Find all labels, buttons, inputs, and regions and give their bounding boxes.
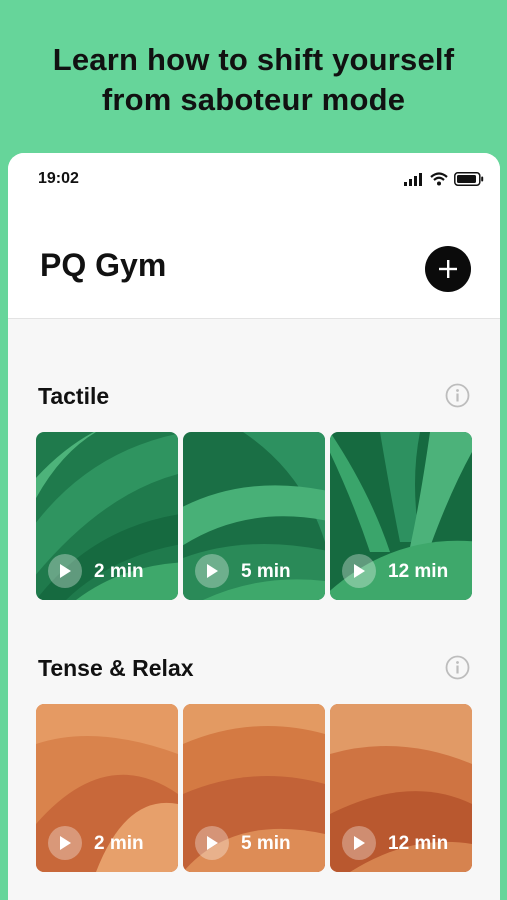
page-title: PQ Gym bbox=[40, 247, 167, 283]
play-button[interactable] bbox=[48, 826, 82, 860]
wifi-icon bbox=[430, 172, 448, 186]
promo-headline: Learn how to shift yourself from saboteu… bbox=[0, 40, 507, 120]
section-title: Tense & Relax bbox=[38, 655, 194, 681]
promo-line-2: from saboteur mode bbox=[101, 82, 406, 117]
card-row: 2 min 5 min 12 min bbox=[36, 432, 472, 600]
play-button[interactable] bbox=[342, 554, 376, 588]
promo-line-1: Learn how to shift yourself bbox=[52, 42, 455, 77]
status-time: 19:02 bbox=[38, 170, 79, 187]
duration-label: 2 min bbox=[94, 561, 144, 582]
play-icon bbox=[60, 564, 71, 578]
card-row: 2 min 5 min 12 min bbox=[36, 704, 472, 872]
phone-screen: 19:02 PQ Gym Tactile 2 min 5 min 12 min … bbox=[8, 153, 500, 900]
duration-label: 5 min bbox=[241, 833, 291, 854]
play-button[interactable] bbox=[195, 826, 229, 860]
play-icon bbox=[354, 564, 365, 578]
exercise-card[interactable]: 12 min bbox=[330, 704, 472, 872]
play-icon bbox=[207, 564, 218, 578]
play-icon bbox=[354, 836, 365, 850]
play-icon bbox=[60, 836, 71, 850]
signal-icon bbox=[404, 172, 422, 186]
duration-label: 12 min bbox=[388, 833, 449, 854]
exercise-card[interactable]: 2 min bbox=[36, 704, 178, 872]
status-icons bbox=[404, 172, 484, 186]
section-tactile: Tactile 2 min 5 min 12 min bbox=[8, 319, 500, 609]
section-tense-relax: Tense & Relax 2 min 5 min 12 min bbox=[8, 591, 500, 881]
exercise-card[interactable]: 12 min bbox=[330, 432, 472, 600]
app-header: PQ Gym bbox=[8, 209, 500, 319]
exercise-card[interactable]: 5 min bbox=[183, 704, 325, 872]
info-icon[interactable] bbox=[445, 383, 470, 408]
exercise-card[interactable]: 5 min bbox=[183, 432, 325, 600]
duration-label: 5 min bbox=[241, 561, 291, 582]
plus-icon bbox=[439, 260, 457, 278]
status-bar: 19:02 bbox=[8, 153, 500, 209]
play-button[interactable] bbox=[48, 554, 82, 588]
play-icon bbox=[207, 836, 218, 850]
section-title: Tactile bbox=[38, 383, 110, 409]
duration-label: 2 min bbox=[94, 833, 144, 854]
add-button[interactable] bbox=[425, 246, 471, 292]
battery-icon bbox=[454, 172, 484, 186]
duration-label: 12 min bbox=[388, 561, 449, 582]
play-button[interactable] bbox=[342, 826, 376, 860]
info-icon[interactable] bbox=[445, 655, 470, 680]
play-button[interactable] bbox=[195, 554, 229, 588]
exercise-card[interactable]: 2 min bbox=[36, 432, 178, 600]
